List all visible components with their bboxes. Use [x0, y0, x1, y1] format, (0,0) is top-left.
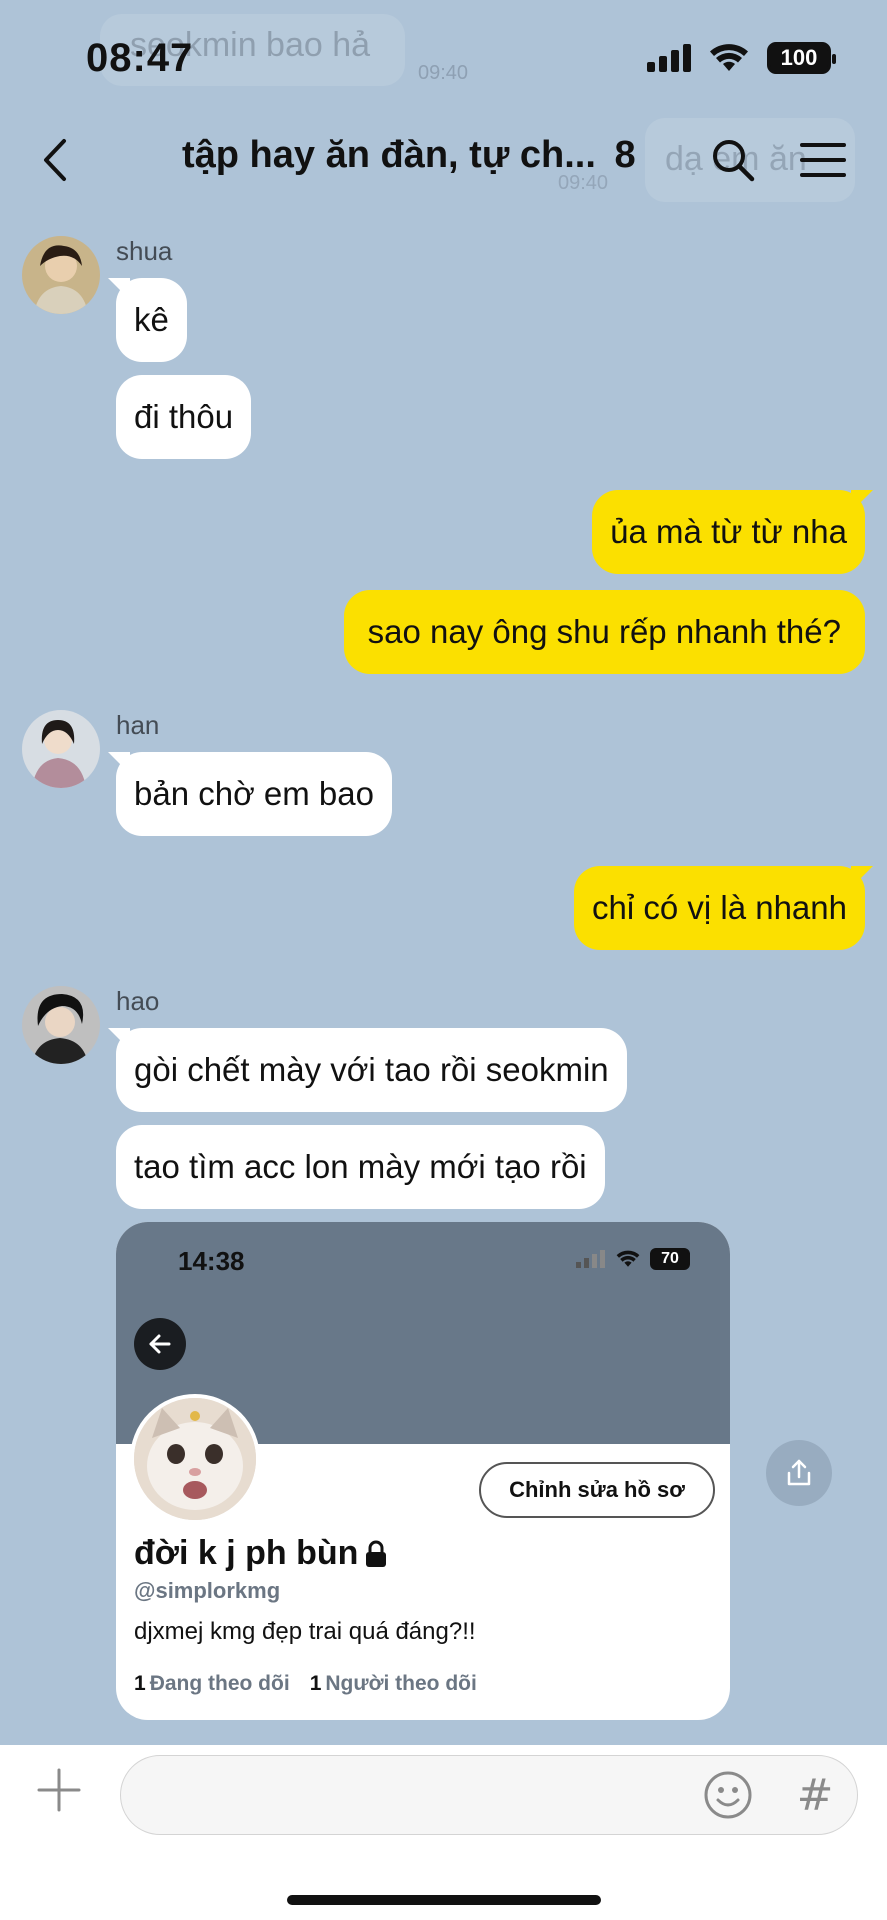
- avatar-shua[interactable]: [22, 236, 100, 314]
- inner-status-time: 14:38: [178, 1246, 245, 1276]
- wifi-icon: [710, 44, 748, 71]
- search-icon: [713, 140, 755, 182]
- attach-button[interactable]: [36, 1767, 82, 1813]
- edit-profile-button: Chỉnh sửa hồ sơ: [479, 1462, 715, 1518]
- plus-icon: [37, 1768, 81, 1812]
- share-button[interactable]: [766, 1440, 832, 1506]
- profile-avatar: [130, 1394, 260, 1524]
- profile-name: đời k j ph bùn: [134, 1534, 388, 1573]
- followers-stat: 1 Người theo dõi: [309, 1672, 477, 1695]
- member-count: 8: [614, 134, 636, 176]
- message-bubble[interactable]: chỉ có vị là nhanh: [574, 866, 865, 950]
- battery-indicator: 100: [767, 42, 836, 74]
- inner-battery: 70: [650, 1248, 690, 1270]
- back-button[interactable]: [30, 132, 80, 188]
- arrow-left-icon: [149, 1334, 171, 1354]
- message-bubble[interactable]: sao nay ông shu rếp nhanh thé?: [343, 590, 865, 674]
- status-icons: 100: [647, 42, 836, 74]
- following-stat: 1 Đang theo dõi: [134, 1672, 290, 1695]
- avatar-han[interactable]: [22, 710, 100, 788]
- share-icon: [787, 1459, 811, 1486]
- menu-icon: [800, 143, 846, 177]
- avatar-hao[interactable]: [22, 986, 100, 1064]
- wifi-icon: [616, 1250, 640, 1267]
- inner-status-icons: 70: [576, 1248, 690, 1270]
- emoji-icon: [704, 1771, 752, 1819]
- chat-title-text: tập hay ăn đàn, tự ch...: [182, 134, 596, 176]
- sender-name: hao: [116, 986, 160, 1016]
- status-time: 08:47: [86, 36, 194, 80]
- message-bubble[interactable]: tao tìm acc lon mày mới tạo rồi: [116, 1125, 605, 1209]
- inner-back-button: [134, 1318, 186, 1370]
- message-bubble[interactable]: kê: [116, 278, 187, 362]
- hash-icon[interactable]: #: [790, 1767, 840, 1823]
- sender-name: han: [116, 710, 160, 740]
- profile-handle: @simplorkmg: [134, 1578, 281, 1603]
- chat-header: tập hay ăn đàn, tự ch... 8: [0, 110, 887, 210]
- status-bar: 08:47 100: [0, 0, 887, 110]
- sender-name: shua: [116, 236, 173, 266]
- profile-follow-stats: 1 Đang theo dõi 1 Người theo dõi: [134, 1672, 477, 1696]
- profile-bio: djxmej kmg đẹp trai quá đáng?!!: [134, 1618, 476, 1645]
- input-bar: #: [0, 1745, 887, 1920]
- emoji-button[interactable]: [700, 1767, 756, 1823]
- message-bubble[interactable]: ủa mà từ từ nha: [592, 490, 865, 574]
- signal-icon: [576, 1250, 605, 1268]
- search-button[interactable]: [705, 132, 761, 188]
- back-icon: [44, 139, 66, 181]
- message-bubble[interactable]: bản chờ em bao: [116, 752, 392, 836]
- chat-title: tập hay ăn đàn, tự ch... 8: [182, 134, 652, 177]
- image-message[interactable]: 14:38 70 Chỉnh sửa hồ sơ đời k j ph bùn …: [116, 1222, 730, 1720]
- lock-icon: [366, 1540, 387, 1567]
- message-bubble[interactable]: đi thôu: [116, 375, 252, 459]
- profile-name-text: đời k j ph bùn: [134, 1534, 359, 1572]
- menu-button[interactable]: [795, 132, 851, 188]
- home-indicator: [287, 1895, 601, 1905]
- signal-icon: [647, 44, 691, 72]
- message-bubble[interactable]: gòi chết mày với tao rồi seokmin: [116, 1028, 627, 1112]
